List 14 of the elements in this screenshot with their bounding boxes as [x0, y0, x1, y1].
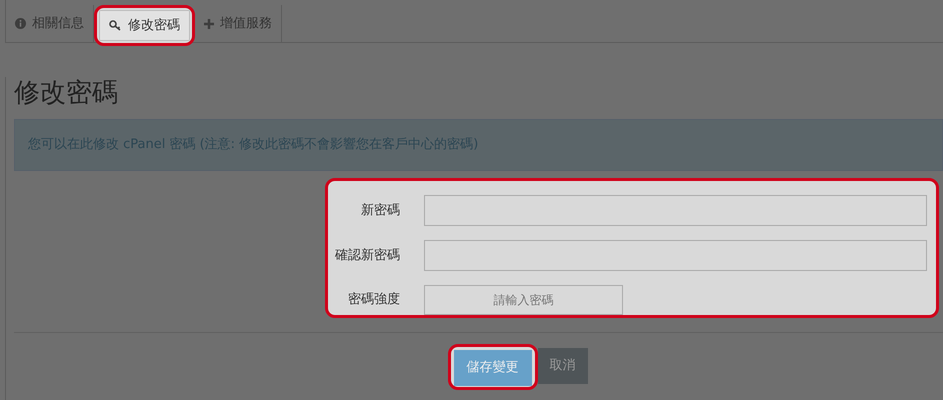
key-icon — [109, 20, 122, 31]
field-label: 確認新密碼 — [334, 246, 400, 265]
save-button[interactable]: 儲存變更 — [454, 350, 532, 386]
password-field[interactable] — [424, 240, 927, 271]
tab[interactable]: 增值服務 — [195, 5, 282, 42]
cancel-button[interactable]: 取消 — [538, 348, 588, 384]
tab[interactable]: 修改密碼 — [99, 10, 190, 41]
field-label: 新密碼 — [360, 202, 400, 220]
strength-meter: 請輸入密碼 — [424, 285, 623, 315]
info-icon — [15, 18, 26, 29]
plus-icon — [204, 18, 214, 28]
field-label: 密碼強度 — [347, 291, 400, 310]
password-field[interactable] — [424, 195, 927, 226]
page-heading: 修改密碼 — [14, 77, 118, 109]
